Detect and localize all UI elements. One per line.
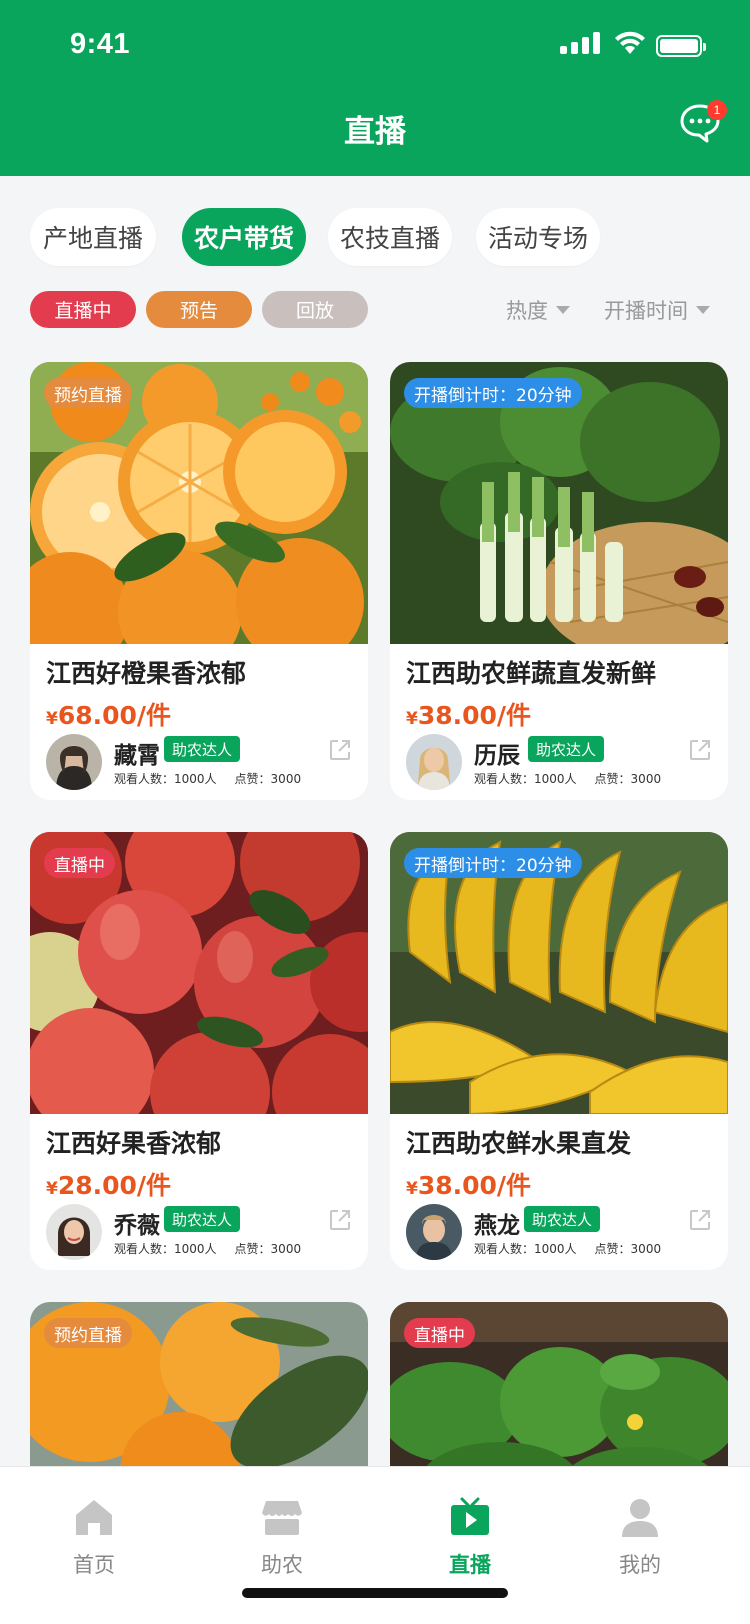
- product-title: 江西好橙果香浓郁: [46, 659, 247, 688]
- viewer-count: 观看人数：1000人: [474, 1242, 577, 1256]
- nav-home[interactable]: 首页: [34, 1467, 154, 1577]
- nav-label: 助农: [261, 1553, 303, 1577]
- viewer-count: 观看人数：1000人: [114, 1242, 217, 1256]
- status-tag: 开播倒计时：20分钟: [404, 848, 582, 878]
- sort-start-time-label: 开播时间: [604, 299, 688, 323]
- cellular-signal-icon: [560, 32, 604, 54]
- currency-symbol: ¥: [406, 709, 418, 729]
- author-name: 历辰: [474, 743, 520, 769]
- filter-live-now[interactable]: 直播中: [30, 291, 136, 328]
- live-card[interactable]: 直播中 江西好果香浓郁 ¥28.00/件 乔薇 助农达人 观看人数：1000人 点…: [30, 832, 368, 1270]
- page-title: 直播: [344, 114, 406, 150]
- status-tag: 预约直播: [44, 1318, 132, 1348]
- card-stats: 观看人数：1000人 点赞：3000: [114, 1240, 319, 1257]
- status-time: 9:41: [70, 28, 131, 60]
- card-stats: 观看人数：1000人 点赞：3000: [474, 1240, 679, 1257]
- product-price: ¥68.00/件: [46, 696, 171, 732]
- live-card[interactable]: 预约直播 江西好橙果香浓郁 ¥68.00/件 藏霄 助农达人 观看人数：1000…: [30, 362, 368, 800]
- tab-event-special[interactable]: 活动专场: [476, 208, 600, 266]
- price-value: 28.00/件: [57, 1171, 172, 1200]
- tv-play-icon: [451, 1497, 489, 1535]
- filter-replay[interactable]: 回放: [262, 291, 368, 328]
- home-icon: [76, 1500, 112, 1535]
- status-tag: 预约直播: [44, 378, 132, 408]
- nav-label: 我的: [619, 1553, 661, 1577]
- nav-label: 首页: [73, 1553, 115, 1577]
- avatar[interactable]: [406, 734, 462, 790]
- header-bar: 9:41 直播 1: [0, 0, 750, 176]
- product-title: 江西助农鲜水果直发: [406, 1129, 632, 1158]
- currency-symbol: ¥: [46, 709, 58, 729]
- like-count: 点赞：3000: [594, 1242, 662, 1256]
- status-bar: 9:41: [0, 0, 750, 90]
- viewer-count: 观看人数：1000人: [474, 772, 577, 786]
- share-icon[interactable]: [328, 1208, 352, 1232]
- share-icon[interactable]: [688, 738, 712, 762]
- price-value: 38.00/件: [417, 701, 532, 730]
- message-badge: 1: [707, 100, 727, 120]
- avatar[interactable]: [46, 734, 102, 790]
- like-count: 点赞：3000: [234, 772, 302, 786]
- author-name: 燕龙: [474, 1213, 520, 1239]
- product-price: ¥38.00/件: [406, 1166, 531, 1202]
- status-tag: 直播中: [404, 1318, 475, 1348]
- author-badge: 助农达人: [528, 736, 605, 762]
- currency-symbol: ¥: [406, 1179, 418, 1199]
- nav-profile[interactable]: 我的: [580, 1467, 700, 1577]
- author-badge: 助农达人: [164, 1206, 241, 1232]
- status-tag: 直播中: [44, 848, 115, 878]
- price-value: 38.00/件: [417, 1171, 532, 1200]
- card-stats: 观看人数：1000人 点赞：3000: [114, 770, 319, 787]
- sort-popularity[interactable]: 热度: [506, 295, 570, 325]
- tab-origin-live[interactable]: 产地直播: [30, 208, 156, 266]
- user-icon: [622, 1499, 658, 1537]
- author-name: 乔薇: [114, 1213, 160, 1239]
- battery-icon: [656, 35, 706, 57]
- author-name: 藏霄: [114, 743, 160, 769]
- nav-farm-aid[interactable]: 助农: [222, 1467, 342, 1577]
- share-icon[interactable]: [328, 738, 352, 762]
- home-indicator: [242, 1588, 508, 1598]
- author-badge: 助农达人: [164, 736, 241, 762]
- product-title: 江西好果香浓郁: [46, 1129, 222, 1158]
- chevron-down-icon: [556, 306, 570, 314]
- avatar[interactable]: [406, 1204, 462, 1260]
- product-price: ¥28.00/件: [46, 1166, 171, 1202]
- like-count: 点赞：3000: [234, 1242, 302, 1256]
- product-price: ¥38.00/件: [406, 696, 531, 732]
- live-card[interactable]: 开播倒计时：20分钟 江西助农鲜水果直发 ¥38.00/件 燕龙 助农达人 观看…: [390, 832, 728, 1270]
- status-icons: [560, 30, 720, 60]
- sort-start-time[interactable]: 开播时间: [604, 295, 710, 325]
- avatar[interactable]: [46, 1204, 102, 1260]
- tab-farmer-sales[interactable]: 农户带货: [182, 208, 306, 266]
- price-value: 68.00/件: [57, 701, 172, 730]
- author-badge: 助农达人: [524, 1206, 601, 1232]
- product-title: 江西助农鲜蔬直发新鲜: [406, 659, 657, 688]
- store-icon: [262, 1501, 302, 1535]
- viewer-count: 观看人数：1000人: [114, 772, 217, 786]
- sort-popularity-label: 热度: [506, 299, 548, 323]
- like-count: 点赞：3000: [594, 772, 662, 786]
- filter-preview[interactable]: 预告: [146, 291, 252, 328]
- card-stats: 观看人数：1000人 点赞：3000: [474, 770, 679, 787]
- status-tag: 开播倒计时：20分钟: [404, 378, 582, 408]
- nav-label: 直播: [449, 1553, 491, 1577]
- currency-symbol: ¥: [46, 1179, 58, 1199]
- share-icon[interactable]: [688, 1208, 712, 1232]
- tab-agri-tech-live[interactable]: 农技直播: [328, 208, 452, 266]
- live-card[interactable]: 开播倒计时：20分钟 江西助农鲜蔬直发新鲜 ¥38.00/件 历辰 助农达人 观…: [390, 362, 728, 800]
- wifi-icon: [615, 31, 645, 54]
- nav-live[interactable]: 直播: [410, 1467, 530, 1577]
- filter-row: 直播中 预告 回放 热度 开播时间: [30, 291, 730, 329]
- chevron-down-icon: [696, 306, 710, 314]
- bottom-navigation: 首页 助农 直播 我的: [0, 1466, 750, 1624]
